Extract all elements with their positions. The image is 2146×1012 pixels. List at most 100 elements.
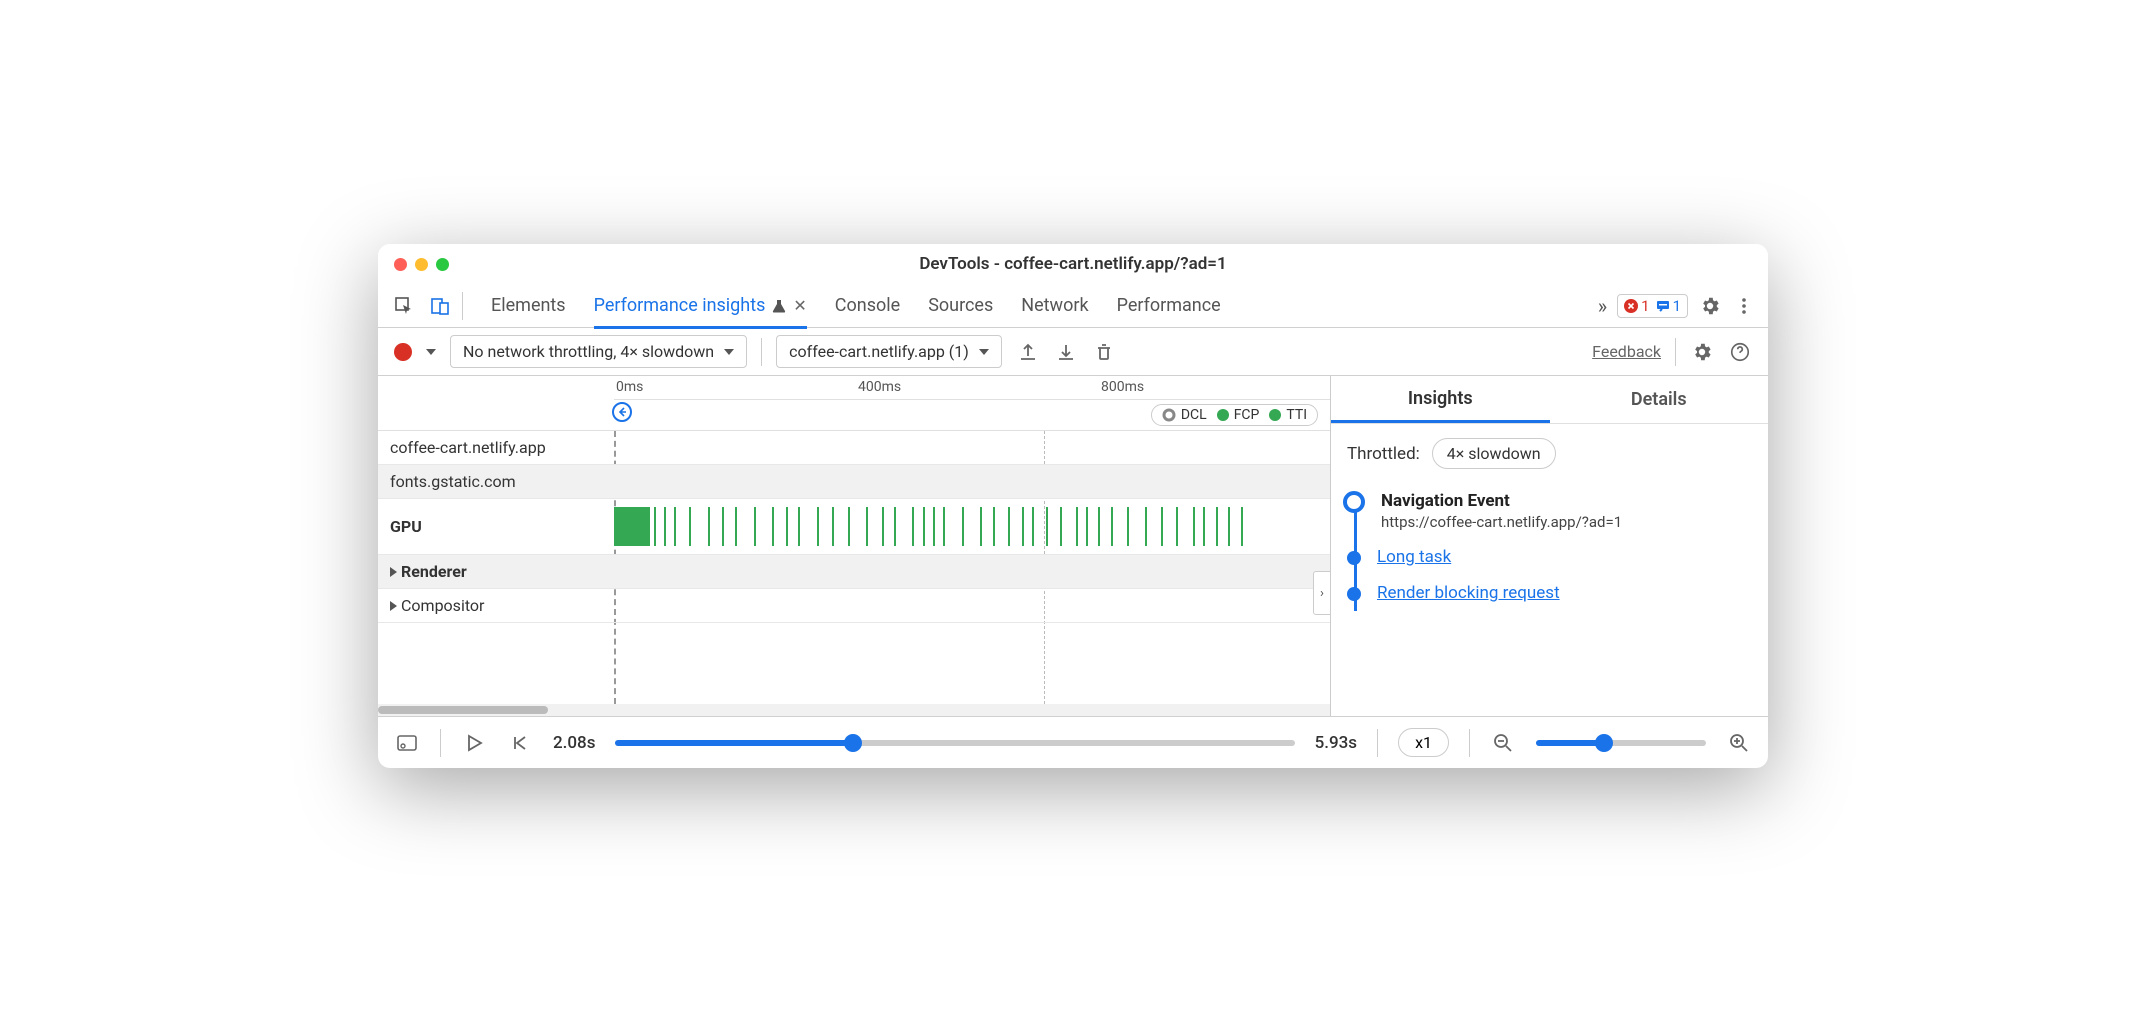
rewind-icon[interactable] <box>507 730 533 756</box>
import-icon[interactable] <box>1054 340 1078 364</box>
tab-console[interactable]: Console <box>835 285 900 326</box>
track-label: Compositor <box>378 596 614 615</box>
track-label: GPU <box>378 517 614 536</box>
recording-label: coffee-cart.netlify.app (1) <box>789 342 969 361</box>
tab-network[interactable]: Network <box>1021 285 1088 326</box>
network-track[interactable]: fonts.gstatic.com <box>378 465 1330 499</box>
message-icon <box>1656 299 1670 313</box>
marker-dcl: DCL <box>1162 407 1207 423</box>
record-button[interactable] <box>394 343 412 361</box>
throttle-info: Throttled: 4× slowdown <box>1331 424 1768 483</box>
time-ruler[interactable]: 0ms 400ms 800ms DCL FCP <box>378 376 1330 431</box>
issues-badge[interactable]: 1 <box>1656 297 1681 315</box>
separator <box>440 729 441 757</box>
compositor-track[interactable]: Compositor <box>378 589 1330 623</box>
event-link[interactable]: Render blocking request <box>1377 583 1560 603</box>
insights-toolbar: No network throttling, 4× slowdown coffe… <box>378 328 1768 376</box>
flask-icon <box>771 298 787 314</box>
event-long-task[interactable]: Long task <box>1347 539 1752 575</box>
more-tabs-icon[interactable]: » <box>1598 294 1607 318</box>
playback-speed[interactable]: x1 <box>1398 728 1449 757</box>
time-end: 5.93s <box>1315 733 1357 753</box>
tab-label: Sources <box>928 295 993 316</box>
dot-icon <box>1217 409 1229 421</box>
record-options-dropdown[interactable] <box>426 349 436 355</box>
slider-fill <box>615 740 853 746</box>
throttling-label: No network throttling, 4× slowdown <box>463 342 714 361</box>
marker-tti: TTI <box>1269 407 1307 423</box>
ruler-labels: 0ms 400ms 800ms <box>614 376 1330 400</box>
recording-select[interactable]: coffee-cart.netlify.app (1) <box>776 335 1002 368</box>
timing-markers-legend: DCL FCP TTI <box>1151 404 1318 426</box>
tracks: coffee-cart.netlify.app fonts.gstatic.co… <box>378 431 1330 704</box>
zoom-slider[interactable] <box>1536 740 1706 746</box>
event-render-blocking[interactable]: Render blocking request <box>1347 575 1752 611</box>
slider-thumb[interactable] <box>844 734 862 752</box>
feedback-link[interactable]: Feedback <box>1592 342 1661 361</box>
track-label: Renderer <box>378 562 614 581</box>
tab-label: Performance <box>1117 295 1221 316</box>
ruler-tick: 400ms <box>858 379 901 395</box>
settings-icon[interactable] <box>1698 294 1722 318</box>
event-link[interactable]: Long task <box>1377 547 1451 567</box>
device-toolbar-icon[interactable] <box>426 292 454 320</box>
insights-panel: Insights Details Throttled: 4× slowdown … <box>1330 376 1768 716</box>
renderer-track[interactable]: Renderer <box>378 555 1330 589</box>
throttling-select[interactable]: No network throttling, 4× slowdown <box>450 335 747 368</box>
throttled-label: Throttled: <box>1347 444 1420 464</box>
export-icon[interactable] <box>1016 340 1040 364</box>
zoom-out-icon[interactable] <box>1490 730 1516 756</box>
window-title: DevTools - coffee-cart.netlify.app/?ad=1 <box>919 254 1226 274</box>
minimize-window-button[interactable] <box>415 258 428 271</box>
close-window-button[interactable] <box>394 258 407 271</box>
gpu-track[interactable]: GPU <box>378 499 1330 555</box>
event-url: https://coffee-cart.netlify.app/?ad=1 <box>1381 513 1752 531</box>
ruler-tick: 800ms <box>1101 379 1144 395</box>
help-icon[interactable] <box>1728 340 1752 364</box>
traffic-lights <box>394 258 449 271</box>
event-dot-icon <box>1347 587 1361 601</box>
network-track[interactable]: coffee-cart.netlify.app <box>378 431 1330 465</box>
expand-icon[interactable] <box>390 601 397 611</box>
panel-tabs: Elements Performance insights ✕ Console … <box>491 285 1590 326</box>
tab-details[interactable]: Details <box>1550 376 1769 423</box>
event-dot-icon <box>1347 551 1361 565</box>
chevron-down-icon <box>724 349 734 355</box>
play-icon[interactable] <box>461 730 487 756</box>
origin-marker-icon[interactable] <box>612 402 632 422</box>
panel-settings-icon[interactable] <box>1690 340 1714 364</box>
screenshot-toggle-icon[interactable] <box>394 730 420 756</box>
event-navigation[interactable]: Navigation Event https://coffee-cart.net… <box>1347 483 1752 539</box>
delete-icon[interactable] <box>1092 340 1116 364</box>
ruler-tick: 0ms <box>616 379 643 395</box>
separator <box>1675 338 1676 366</box>
horizontal-scrollbar[interactable] <box>378 704 1330 716</box>
ring-icon <box>1162 408 1176 422</box>
kebab-menu-icon[interactable] <box>1732 294 1756 318</box>
close-tab-icon[interactable]: ✕ <box>793 296 806 315</box>
throttled-value[interactable]: 4× slowdown <box>1432 438 1556 469</box>
gpu-activity <box>614 507 1330 546</box>
zoom-in-icon[interactable] <box>1726 730 1752 756</box>
titlebar: DevTools - coffee-cart.netlify.app/?ad=1 <box>378 244 1768 284</box>
playback-footer: 2.08s 5.93s x1 <box>378 716 1768 768</box>
expand-icon[interactable] <box>390 567 397 577</box>
tab-label: Performance insights <box>594 295 766 316</box>
collapse-sidepanel-button[interactable]: › <box>1313 571 1330 615</box>
error-badge[interactable]: 1 <box>1624 297 1649 315</box>
marker-fcp: FCP <box>1217 407 1260 423</box>
status-badges[interactable]: 1 1 <box>1617 294 1688 318</box>
tab-performance[interactable]: Performance <box>1117 285 1221 326</box>
tab-performance-insights[interactable]: Performance insights ✕ <box>594 285 807 329</box>
playhead-slider[interactable] <box>615 740 1294 746</box>
separator <box>1469 729 1470 757</box>
slider-thumb[interactable] <box>1595 734 1613 752</box>
maximize-window-button[interactable] <box>436 258 449 271</box>
tab-elements[interactable]: Elements <box>491 285 566 326</box>
events-timeline: Navigation Event https://coffee-cart.net… <box>1331 483 1768 611</box>
tab-sources[interactable]: Sources <box>928 285 993 326</box>
inspect-element-icon[interactable] <box>390 292 418 320</box>
tab-label: Network <box>1021 295 1088 316</box>
tab-insights[interactable]: Insights <box>1331 376 1550 423</box>
scrollbar-thumb[interactable] <box>378 706 548 714</box>
